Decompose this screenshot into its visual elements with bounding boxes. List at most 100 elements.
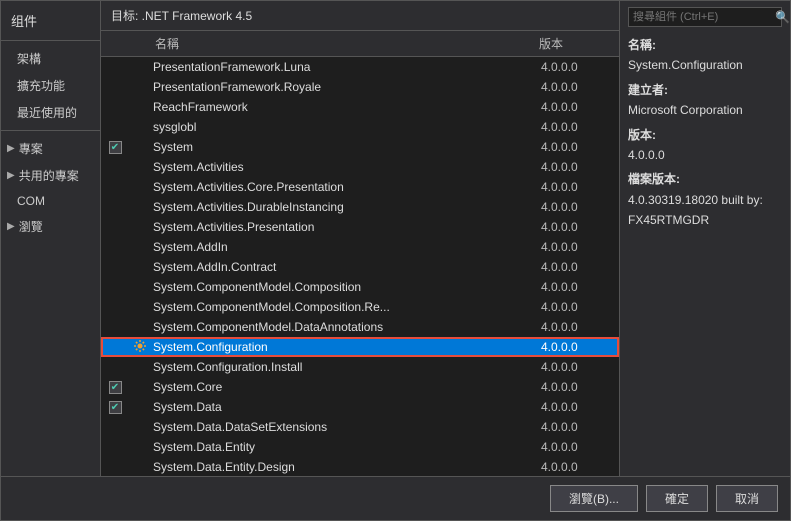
row-name: System.Configuration.Install: [151, 360, 541, 374]
row-name: sysglobl: [151, 120, 541, 134]
row-name: System.Data: [151, 400, 541, 414]
sidebar-item-label: COM: [17, 194, 45, 208]
row-checkbox[interactable]: ✔: [101, 141, 129, 154]
dialog-footer: 瀏覽(B)... 確定 取消: [1, 476, 790, 520]
row-checkbox[interactable]: ✔: [101, 401, 129, 414]
row-name: PresentationFramework.Luna: [151, 60, 541, 74]
sidebar-item-label: 瀏覽: [19, 218, 43, 235]
sidebar-item-label: 擴充功能: [17, 77, 65, 94]
row-version: 4.0.0.0: [541, 400, 619, 414]
table-row[interactable]: ✔ System.Core4.0.0.0: [101, 377, 619, 397]
col-check-spacer: [101, 35, 129, 52]
col-icon-spacer: [129, 35, 151, 52]
table-row[interactable]: System.AddIn4.0.0.0: [101, 237, 619, 257]
sidebar-item-architecture[interactable]: 架構: [1, 45, 100, 72]
row-version: 4.0.0.0: [541, 340, 619, 354]
table-row[interactable]: ✔ System.Data4.0.0.0: [101, 397, 619, 417]
right-panel: 🔍 名稱: System.Configuration 建立者: Microsof…: [620, 1, 790, 476]
row-version: 4.0.0.0: [541, 80, 619, 94]
row-name: System.Activities.Core.Presentation: [151, 180, 541, 194]
row-version: 4.0.0.0: [541, 320, 619, 334]
sidebar-item-recent[interactable]: 最近使用的: [1, 99, 100, 126]
dialog: 组件 架構擴充功能最近使用的 ▶ 專案 ▶ 共用的專案 COM ▶ 瀏覽 目标: .NET F…: [0, 0, 791, 521]
sidebar-item-label: 最近使用的: [17, 104, 77, 121]
row-name: System.AddIn: [151, 240, 541, 254]
search-bar[interactable]: 🔍: [628, 7, 782, 27]
table-row[interactable]: System.Activities4.0.0.0: [101, 157, 619, 177]
sidebar-item-shared-project[interactable]: ▶ 共用的專案: [1, 162, 100, 189]
info-file-version: 檔案版本: 4.0.30319.18020 built by: FX45RTMG…: [628, 169, 782, 230]
col-version-header: 版本: [539, 35, 619, 52]
sidebar-item-extended[interactable]: 擴充功能: [1, 72, 100, 99]
row-checkbox[interactable]: ✔: [101, 381, 129, 394]
checkbox-checked-icon: ✔: [109, 381, 122, 394]
center-panel: 目标: .NET Framework 4.5 名稱 版本 Presentatio…: [101, 1, 620, 476]
sidebar-item-label: 共用的專案: [19, 167, 79, 184]
row-name: System.ComponentModel.Composition.Re...: [151, 300, 541, 314]
cancel-button[interactable]: 取消: [716, 485, 778, 512]
row-version: 4.0.0.0: [541, 460, 619, 474]
row-name: System.Core: [151, 380, 541, 394]
table-row[interactable]: System.Data.Entity.Design4.0.0.0: [101, 457, 619, 476]
search-input[interactable]: [633, 11, 775, 23]
row-version: 4.0.0.0: [541, 260, 619, 274]
table-row[interactable]: ReachFramework4.0.0.0: [101, 97, 619, 117]
row-name: PresentationFramework.Royale: [151, 80, 541, 94]
row-name: System.Activities.DurableInstancing: [151, 200, 541, 214]
table-row[interactable]: System.Data.Entity4.0.0.0: [101, 437, 619, 457]
row-name: System.ComponentModel.Composition: [151, 280, 541, 294]
table-row[interactable]: PresentationFramework.Royale4.0.0.0: [101, 77, 619, 97]
table-row[interactable]: System.ComponentModel.Composition.Re...4…: [101, 297, 619, 317]
info-section: 名稱: System.Configuration 建立者: Microsoft …: [628, 35, 782, 231]
row-name: System: [151, 140, 541, 154]
sidebar-item-label: 專案: [19, 140, 43, 157]
search-icon[interactable]: 🔍: [775, 10, 790, 24]
table-row[interactable]: System.ComponentModel.DataAnnotations4.0…: [101, 317, 619, 337]
info-file-version-value: 4.0.30319.18020 built by: FX45RTMGDR: [628, 193, 763, 227]
row-version: 4.0.0.0: [541, 220, 619, 234]
table-row[interactable]: ✔System4.0.0.0: [101, 137, 619, 157]
table-row[interactable]: System.ComponentModel.Composition4.0.0.0: [101, 277, 619, 297]
row-name: System.AddIn.Contract: [151, 260, 541, 274]
row-version: 4.0.0.0: [541, 60, 619, 74]
row-name: System.Configuration: [151, 340, 541, 354]
browse-button[interactable]: 瀏覽(B)...: [550, 485, 638, 512]
gear-icon: [133, 339, 147, 356]
table-row[interactable]: System.Activities.Presentation4.0.0.0: [101, 217, 619, 237]
row-version: 4.0.0.0: [541, 420, 619, 434]
sidebar-divider: [1, 130, 100, 131]
row-version: 4.0.0.0: [541, 440, 619, 454]
table-row[interactable]: System.Configuration4.0.0.0: [101, 337, 619, 357]
column-headers: 名稱 版本: [101, 31, 619, 57]
sidebar-header: 组件: [1, 5, 100, 41]
row-version: 4.0.0.0: [541, 120, 619, 134]
arrow-icon: ▶: [7, 170, 15, 181]
row-version: 4.0.0.0: [541, 280, 619, 294]
table-row[interactable]: PresentationFramework.Luna4.0.0.0: [101, 57, 619, 77]
col-name-header: 名稱: [151, 35, 539, 52]
arrow-icon: ▶: [7, 221, 15, 232]
row-version: 4.0.0.0: [541, 360, 619, 374]
table-row[interactable]: System.Activities.DurableInstancing4.0.0…: [101, 197, 619, 217]
row-name: System.Activities.Presentation: [151, 220, 541, 234]
table-row[interactable]: System.AddIn.Contract4.0.0.0: [101, 257, 619, 277]
sidebar-item-label: 架構: [17, 50, 41, 67]
sidebar-item-project[interactable]: ▶ 專案: [1, 135, 100, 162]
ok-button[interactable]: 確定: [646, 485, 708, 512]
arrow-icon: ▶: [7, 143, 15, 154]
row-version: 4.0.0.0: [541, 100, 619, 114]
row-version: 4.0.0.0: [541, 380, 619, 394]
info-name-label: 名稱: System.Configuration: [628, 35, 782, 76]
sidebar-item-com[interactable]: COM: [1, 189, 100, 213]
table-row[interactable]: System.Activities.Core.Presentation4.0.0…: [101, 177, 619, 197]
assembly-list[interactable]: PresentationFramework.Luna4.0.0.0Present…: [101, 57, 619, 476]
sidebar-item-browse[interactable]: ▶ 瀏覽: [1, 213, 100, 240]
row-name: System.Activities: [151, 160, 541, 174]
checkbox-checked-icon: ✔: [109, 141, 122, 154]
row-version: 4.0.0.0: [541, 200, 619, 214]
table-row[interactable]: sysglobl4.0.0.0: [101, 117, 619, 137]
row-name: System.Data.Entity: [151, 440, 541, 454]
row-version: 4.0.0.0: [541, 300, 619, 314]
table-row[interactable]: System.Configuration.Install4.0.0.0: [101, 357, 619, 377]
table-row[interactable]: System.Data.DataSetExtensions4.0.0.0: [101, 417, 619, 437]
